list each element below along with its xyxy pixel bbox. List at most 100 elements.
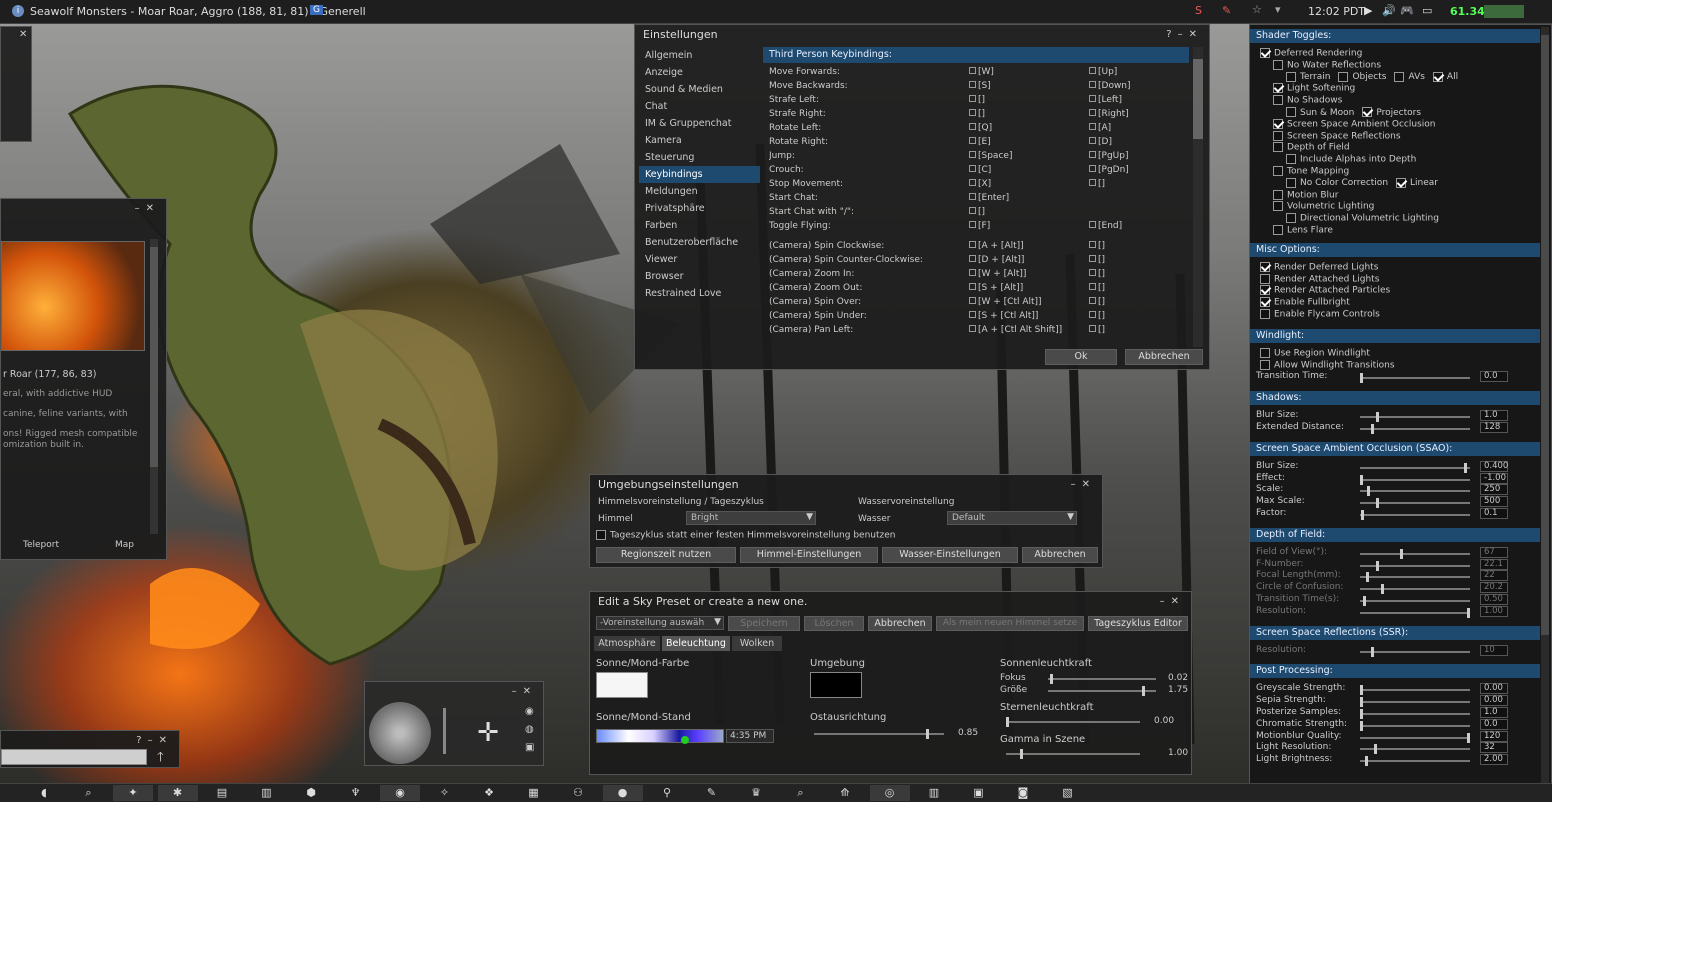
- value-field[interactable]: 20.2: [1480, 582, 1508, 594]
- slider[interactable]: [1360, 424, 1470, 434]
- slider-knob[interactable]: [1376, 498, 1380, 509]
- sky-preset-editor-panel[interactable]: Edit a Sky Preset or create a new one. –…: [589, 591, 1192, 775]
- sidebar-item-category[interactable]: Farben: [639, 217, 760, 234]
- people-icon[interactable]: ✦: [113, 785, 153, 801]
- camera-controls-panel[interactable]: –✕ ✛ ◉ ◍ ▣: [364, 681, 544, 766]
- camera-icon[interactable]: ◙: [1003, 785, 1043, 801]
- checkbox-row[interactable]: Enable Flycam Controls: [1260, 309, 1380, 320]
- checkbox[interactable]: [1260, 297, 1270, 308]
- notecard-icon[interactable]: ▤: [202, 785, 242, 801]
- slider-knob[interactable]: [1467, 732, 1470, 743]
- secondary-key-field[interactable]: []: [1089, 297, 1105, 307]
- primary-key-field[interactable]: []: [969, 109, 985, 119]
- primary-key-field[interactable]: [E]: [969, 137, 991, 147]
- secondary-key-field[interactable]: []: [1089, 269, 1105, 279]
- slider[interactable]: [1360, 462, 1470, 473]
- sidebar-item-category[interactable]: Meldungen: [639, 183, 760, 200]
- slider[interactable]: [1360, 732, 1470, 743]
- slider[interactable]: [1360, 697, 1470, 708]
- primary-key-field[interactable]: [Space]: [969, 151, 1012, 161]
- value-field[interactable]: 250: [1480, 484, 1508, 496]
- appearance-icon[interactable]: ♛: [736, 785, 776, 801]
- checkbox[interactable]: [1432, 71, 1443, 82]
- secondary-key-field[interactable]: [Up]: [1089, 67, 1117, 77]
- value-field[interactable]: 0.0: [1480, 371, 1508, 383]
- secondary-key-field[interactable]: [A]: [1089, 123, 1111, 133]
- cancel-button[interactable]: Abbrechen: [1022, 547, 1098, 563]
- minimap-panel[interactable]: ✕: [0, 26, 32, 142]
- value-field[interactable]: 1.00: [1480, 605, 1508, 617]
- secondary-key-field[interactable]: []: [1089, 241, 1105, 251]
- east-angle-slider[interactable]: [814, 729, 944, 739]
- close-icon[interactable]: ✕: [1189, 29, 1203, 40]
- clipboard-icon[interactable]: ▧: [1048, 785, 1088, 801]
- settings-icon[interactable]: ✱: [157, 785, 198, 801]
- checkbox-row[interactable]: Render Deferred Lights: [1260, 261, 1378, 272]
- slider[interactable]: [1360, 474, 1470, 485]
- checkbox-row[interactable]: Directional Volumetric Lighting: [1286, 213, 1439, 224]
- minimize-icon[interactable]: –: [1160, 596, 1171, 607]
- checkbox-row[interactable]: Allow Windlight Transitions: [1260, 359, 1395, 370]
- checkbox[interactable]: [1273, 130, 1283, 141]
- sky-settings-button[interactable]: Himmel-Einstellungen: [740, 547, 878, 563]
- close-icon[interactable]: ✕: [1171, 596, 1185, 607]
- slider[interactable]: [1360, 744, 1470, 755]
- avatar-icon[interactable]: ♆: [336, 785, 376, 801]
- checkbox[interactable]: [1396, 177, 1407, 188]
- checkbox[interactable]: [1286, 154, 1296, 165]
- slider-knob[interactable]: [1365, 756, 1369, 767]
- send-arrow-icon[interactable]: 🡑: [157, 748, 164, 770]
- primary-key-field[interactable]: [W]: [969, 67, 994, 77]
- value-field[interactable]: 1.0: [1480, 410, 1508, 422]
- secondary-key-field[interactable]: []: [1089, 255, 1105, 265]
- scrollbar[interactable]: [150, 239, 158, 534]
- slider-knob[interactable]: [1366, 572, 1370, 583]
- minimize-icon[interactable]: –: [1178, 29, 1189, 40]
- preset-dropdown[interactable]: -Voreinstellung auswäh ▼: [596, 616, 724, 630]
- checkbox[interactable]: [1260, 309, 1270, 319]
- checkbox[interactable]: [1273, 166, 1283, 176]
- pan-joystick[interactable]: ✛: [455, 704, 521, 762]
- slider-knob[interactable]: [1376, 412, 1380, 423]
- zoom-slider[interactable]: [443, 708, 446, 754]
- water-settings-button[interactable]: Wasser-Einstellungen: [882, 547, 1018, 563]
- tab-clouds[interactable]: Wolken: [732, 636, 782, 651]
- build-icon[interactable]: ✎: [1222, 4, 1231, 17]
- value-field[interactable]: 0.00: [1480, 695, 1508, 707]
- primary-key-field[interactable]: [Enter]: [969, 193, 1009, 203]
- checkbox-row[interactable]: Use Region Windlight: [1260, 347, 1370, 358]
- primary-key-field[interactable]: [C]: [969, 165, 991, 175]
- checkbox-row[interactable]: No Shadows: [1273, 95, 1342, 106]
- primary-key-field[interactable]: [A + [Ctl Alt Shift]]: [969, 325, 1062, 335]
- minimize-icon[interactable]: –: [1071, 479, 1082, 490]
- primary-key-field[interactable]: [D + [Alt]]: [969, 255, 1024, 265]
- gamma-slider[interactable]: [1006, 749, 1140, 759]
- checkbox[interactable]: [1362, 107, 1373, 117]
- ambient-color-swatch[interactable]: [810, 672, 862, 698]
- value-field[interactable]: 500: [1480, 496, 1508, 508]
- checkbox[interactable]: [596, 530, 606, 540]
- close-icon[interactable]: ✕: [523, 686, 537, 697]
- minimize-icon[interactable]: –: [512, 686, 523, 697]
- value-field[interactable]: 22: [1480, 570, 1508, 582]
- secondary-key-field[interactable]: [Right]: [1089, 109, 1129, 119]
- orbit-joystick[interactable]: [369, 702, 431, 764]
- sidebar-item-category[interactable]: Anzeige: [639, 64, 760, 81]
- slider[interactable]: [1360, 685, 1470, 696]
- water-dropdown[interactable]: Default ▼: [947, 511, 1077, 525]
- chevron-down-icon[interactable]: ▼: [1067, 512, 1074, 522]
- value-field[interactable]: 0.50: [1480, 594, 1508, 605]
- sidebar-item-category[interactable]: Benutzeroberfläche: [639, 234, 760, 251]
- camera-icon[interactable]: ◍: [525, 724, 534, 735]
- sidebar-item-category[interactable]: Allgemein: [639, 47, 760, 64]
- minimize-icon[interactable]: –: [148, 735, 159, 746]
- primary-key-field[interactable]: []: [969, 95, 985, 105]
- slider-knob[interactable]: [1360, 474, 1363, 485]
- slider-knob[interactable]: [1370, 424, 1374, 434]
- checkbox-row[interactable]: Screen Space Reflections: [1273, 130, 1401, 141]
- scrollbar[interactable]: [1193, 47, 1203, 347]
- slider[interactable]: [1360, 373, 1470, 384]
- profile-icon[interactable]: ▦: [514, 785, 554, 801]
- value-field[interactable]: 2.00: [1480, 754, 1508, 766]
- slider[interactable]: [1360, 720, 1470, 731]
